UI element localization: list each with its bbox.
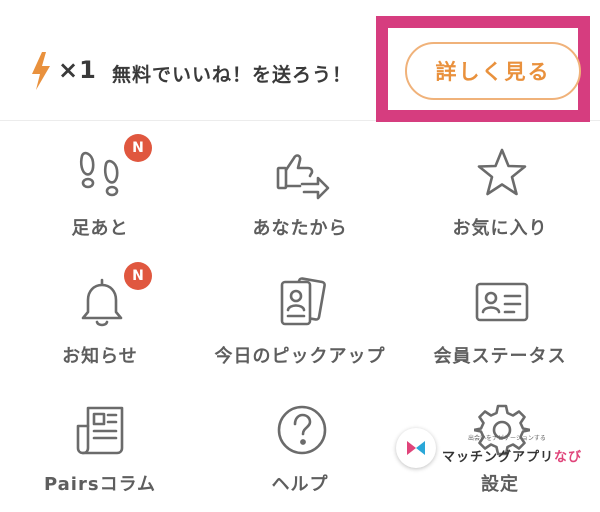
details-button[interactable]: 詳しく見る <box>405 42 581 100</box>
menu-item-label: 会員ステータス <box>433 346 567 367</box>
watermark-name-main: マッチングアプリ <box>442 450 555 465</box>
menu-item-label: ヘルプ <box>271 474 329 495</box>
promo-text: 無料でいいね！を送ろう！ <box>112 64 353 86</box>
menu-item-label: お知らせ <box>62 346 138 367</box>
site-logo-icon <box>407 441 425 455</box>
lightning-bolt-icon <box>32 52 50 90</box>
watermark-tagline: 出会いをナビゲーションする <box>468 435 546 442</box>
menu-item-label: Pairsコラム <box>43 474 157 495</box>
watermark-name-accent: なび <box>554 450 583 465</box>
menu-item-help[interactable]: ヘルプ <box>200 402 400 512</box>
menu-item-label: 今日のピックアップ <box>214 346 386 367</box>
menu-item-favorites[interactable]: お気に入り <box>400 146 600 256</box>
bell-icon <box>81 278 123 327</box>
id-card-icon <box>475 282 529 322</box>
thumbs-up-send-icon <box>276 154 330 200</box>
menu-item-member-status[interactable]: 会員ステータス <box>400 274 600 384</box>
question-icon <box>277 405 327 455</box>
menu-item-label: 足あと <box>71 218 129 239</box>
new-badge: N <box>124 134 152 162</box>
newspaper-icon <box>76 406 124 455</box>
like-count-multiplier: ×1 <box>58 56 97 84</box>
menu-item-notifications[interactable]: N お知らせ <box>0 262 200 384</box>
menu-item-label: お気に入り <box>452 218 548 239</box>
watermark: 出会いをナビゲーションする マッチングアプリなび <box>396 428 600 478</box>
star-icon <box>477 148 527 196</box>
watermark-name: マッチングアプリなび <box>442 446 582 465</box>
site-logo <box>396 428 436 468</box>
new-badge: N <box>124 262 152 290</box>
menu-item-pairs-column[interactable]: Pairsコラム <box>0 402 200 512</box>
menu-item-label: あなたから <box>252 218 348 239</box>
profile-cards-icon <box>280 277 326 326</box>
menu-item-todays-pickup[interactable]: 今日のピックアップ <box>200 274 400 384</box>
menu-item-from-you[interactable]: あなたから <box>200 146 400 256</box>
menu-item-footprints[interactable]: N 足あと <box>0 134 200 256</box>
footprints-icon <box>79 151 119 197</box>
